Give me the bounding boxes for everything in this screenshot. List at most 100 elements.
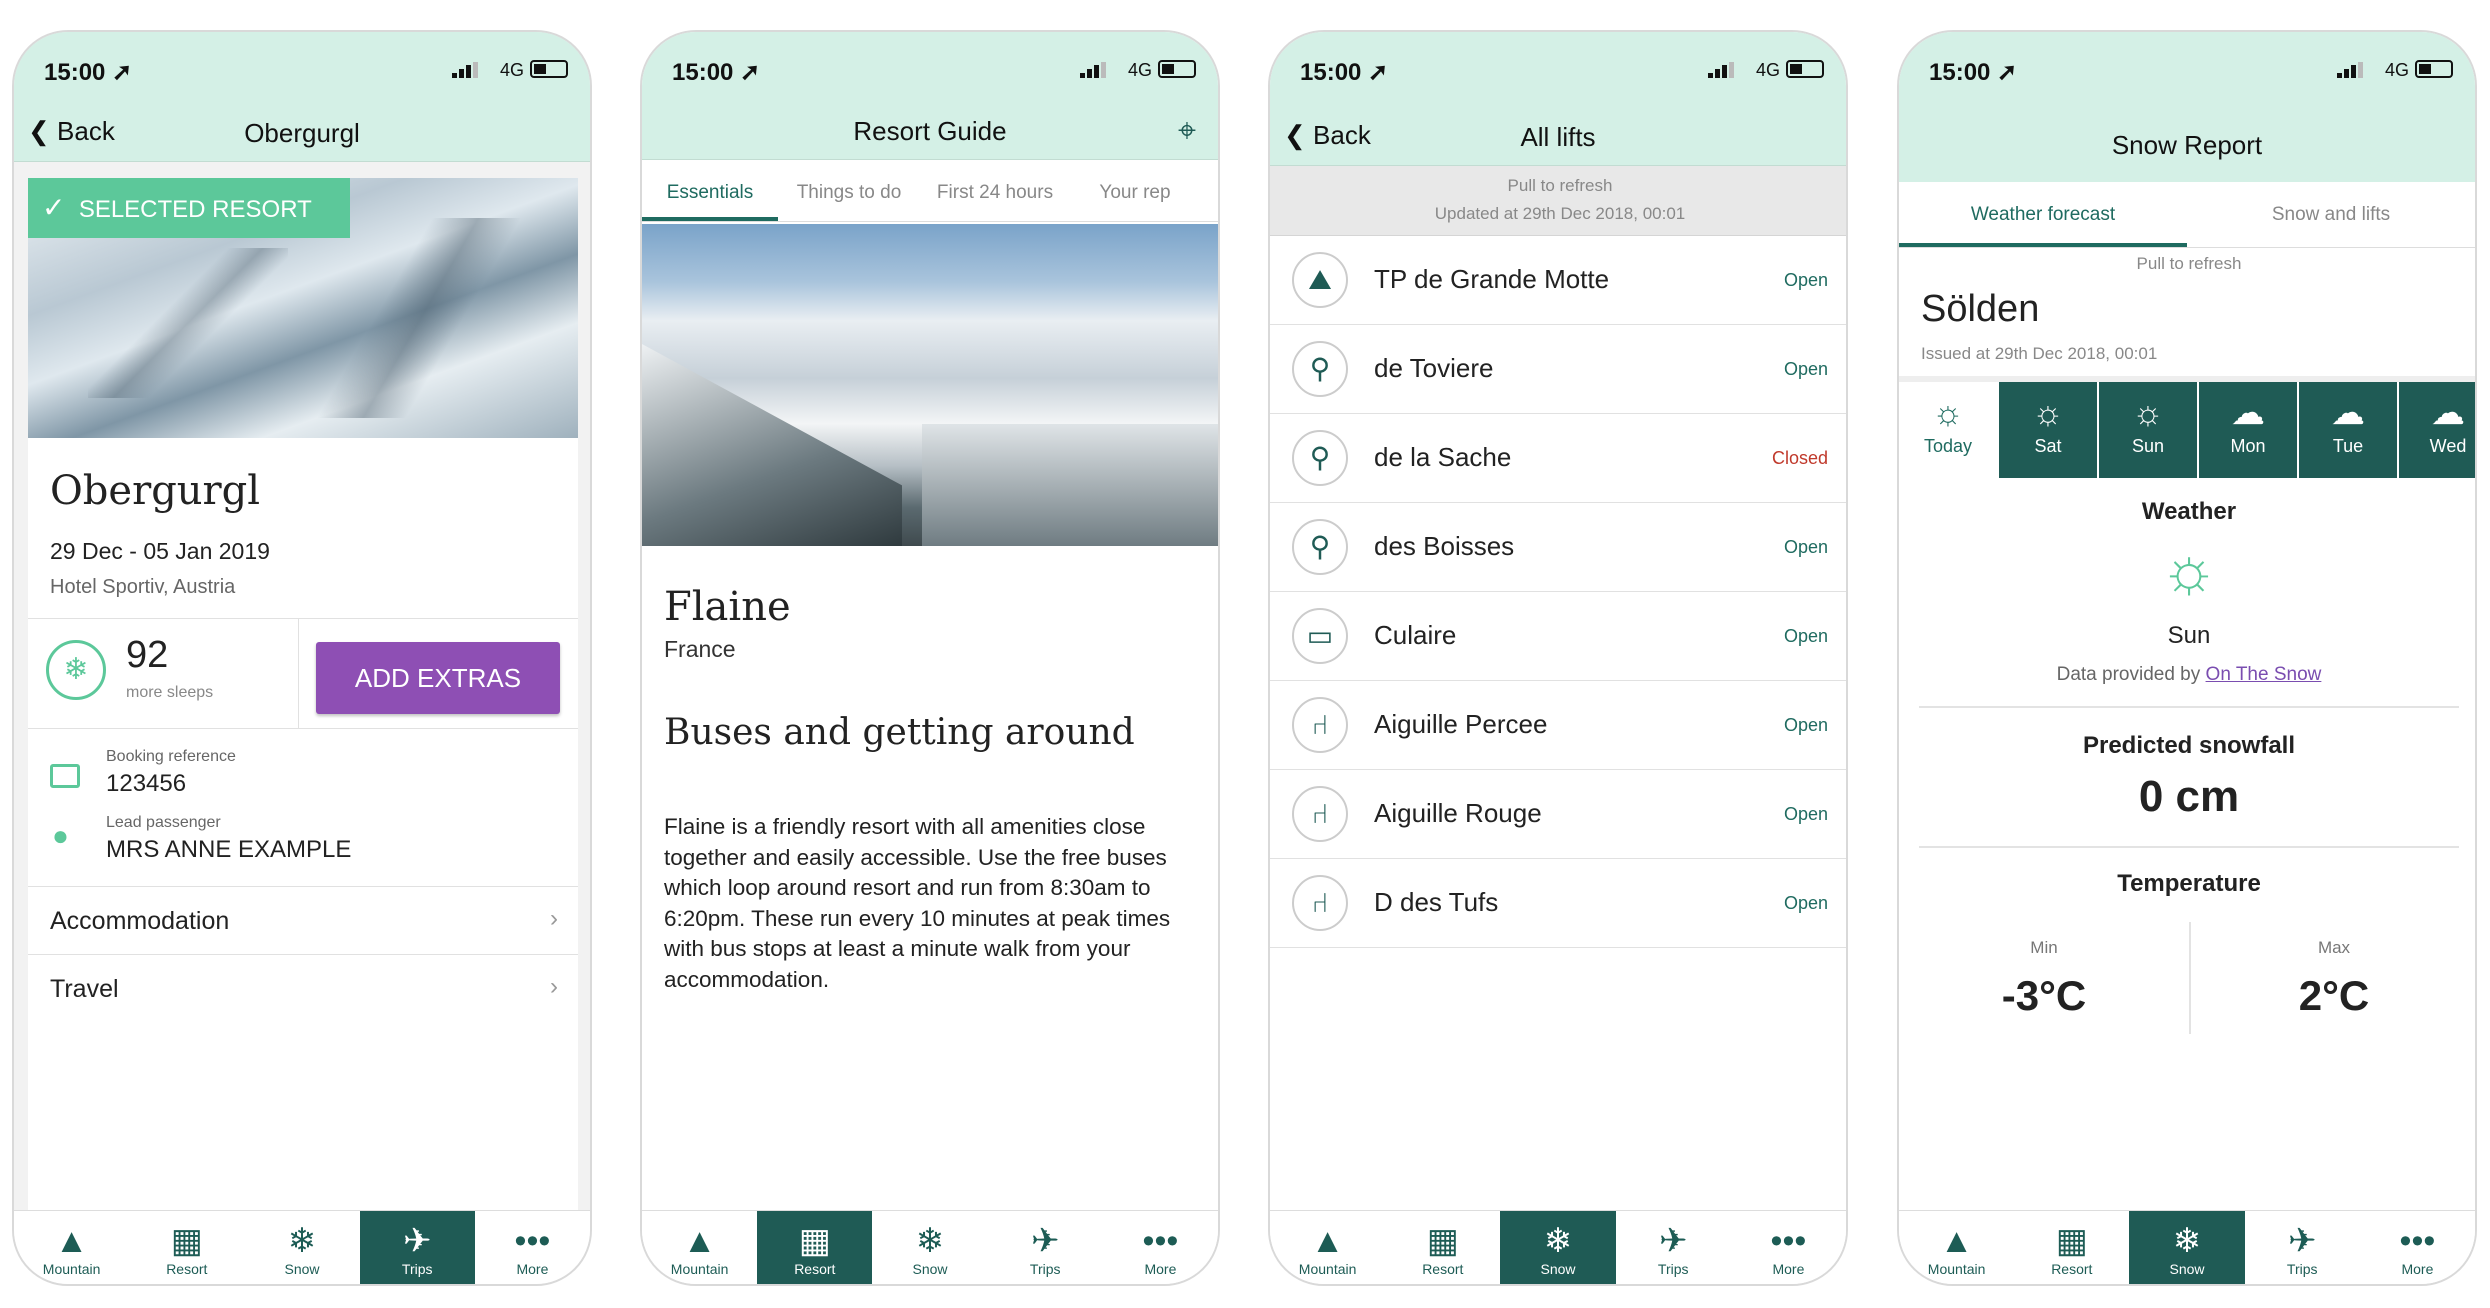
more-icon: ••• <box>1142 1222 1179 1260</box>
lift-row[interactable]: ⛰ TP de Grande Motte Open <box>1270 236 1846 325</box>
tab-resort[interactable]: ▦ Resort <box>2014 1211 2129 1284</box>
lift-row[interactable]: ▭ Culaire Open <box>1270 592 1846 681</box>
provider-link[interactable]: On The Snow <box>2206 664 2322 685</box>
tab-mountain[interactable]: ▲ Mountain <box>1270 1211 1385 1284</box>
add-extras-button[interactable]: ADD EXTRAS <box>316 642 560 714</box>
day-label: Tue <box>2332 436 2364 456</box>
lift-row[interactable]: ⑁ D des Tufs Open <box>1270 859 1846 948</box>
phone-trip-overview: 15:00 ➚ 4G ❮ Back Obergurgl ✓ SELECTED R… <box>12 30 592 1286</box>
battery-icon <box>1158 60 1196 78</box>
tab-label: Resort <box>166 1261 208 1277</box>
tab-label: Resort <box>2051 1261 2093 1277</box>
lift-row[interactable]: ⚲ des Boisses Open <box>1270 503 1846 592</box>
day-strip: ☼ Today ☼ Sat ☼ Sun ☁ Mon ☁ Tue ☁ Wed <box>1899 382 2475 478</box>
tab-mountain[interactable]: ▲ Mountain <box>14 1211 129 1284</box>
day-label: Mon <box>2230 436 2266 456</box>
tab-more[interactable]: ••• More <box>1731 1211 1846 1284</box>
lift-name: de la Sache <box>1374 442 1512 472</box>
tab-mountain[interactable]: ▲ Mountain <box>642 1211 757 1284</box>
tab-trips[interactable]: ✈ Trips <box>2245 1211 2360 1284</box>
nav-bar: ❮ Back Obergurgl <box>14 102 590 162</box>
menu-item-accommodation[interactable]: Accommodation › <box>28 886 578 954</box>
signal-icon <box>1080 62 1108 78</box>
data-provider: Data provided by On The Snow <box>1899 664 2475 686</box>
booking-ref-value: 123456 <box>106 770 187 797</box>
lift-name: TP de Grande Motte <box>1374 264 1610 294</box>
snowfall-value: 0 cm <box>2138 772 2240 821</box>
network-label: 4G <box>1755 60 1780 80</box>
status-time: 15:00 ➚ <box>1929 59 2018 86</box>
day-sun[interactable]: ☼ Sun <box>2099 382 2197 478</box>
tab-snow[interactable]: ❄ Snow <box>872 1211 987 1284</box>
day-sat[interactable]: ☼ Sat <box>1999 382 2097 478</box>
building-icon: ▦ <box>2055 1222 2088 1260</box>
tab-more[interactable]: ••• More <box>2360 1211 2475 1284</box>
lift-row[interactable]: ⚲ de Toviere Open <box>1270 325 1846 414</box>
section-body: Flaine is a friendly resort with all ame… <box>664 814 1171 992</box>
chairlift-icon: ⑁ <box>1292 875 1348 931</box>
lift-row[interactable]: ⑁ Aiguille Rouge Open <box>1270 770 1846 859</box>
sun-icon: ☼ <box>2032 394 2064 432</box>
lift-status: Open <box>1783 804 1828 824</box>
tab-more[interactable]: ••• More <box>475 1211 590 1284</box>
tab-label: More <box>1772 1261 1805 1277</box>
plane-icon: ✈ <box>1658 1222 1688 1260</box>
battery-icon <box>1786 60 1824 78</box>
tab-snow[interactable]: ❄ Snow <box>244 1211 359 1284</box>
tab-first-24-hours[interactable]: First 24 hours <box>920 160 1070 221</box>
status-time: 15:00 ➚ <box>672 59 761 86</box>
plane-icon: ✈ <box>1030 1222 1060 1260</box>
provider-prefix: Data provided by <box>2056 664 2201 685</box>
mountain-icon: ▲ <box>1310 1222 1345 1260</box>
tab-snow[interactable]: ❄ Snow <box>1500 1211 1616 1284</box>
tab-bar: ▲ Mountain ▦ Resort ❄ Snow ✈ Trips ••• More <box>14 1210 590 1284</box>
tab-trips[interactable]: ✈ Trips <box>359 1211 475 1284</box>
tab-trips[interactable]: ✈ Trips <box>988 1211 1103 1284</box>
day-wed[interactable]: ☁ Wed <box>2399 382 2475 478</box>
day-tue[interactable]: ☁ Tue <box>2299 382 2397 478</box>
pull-to-refresh: Pull to refresh <box>1507 176 1613 195</box>
tab-label: Trips <box>1657 1261 1689 1277</box>
tab-your-rep[interactable]: Your rep <box>1070 160 1200 221</box>
sun-icon: ☼ <box>1932 394 1964 432</box>
snowflake-icon: ❄ <box>915 1222 945 1260</box>
building-icon: ▦ <box>170 1222 203 1260</box>
cloud-icon: ☁ <box>2431 394 2465 432</box>
chairlift-icon: ⑁ <box>1292 697 1348 753</box>
tab-resort[interactable]: ▦ Resort <box>129 1211 244 1284</box>
tab-label: Trips <box>2286 1261 2318 1277</box>
day-today[interactable]: ☼ Today <box>1899 382 1997 478</box>
tab-weather-forecast[interactable]: Weather forecast <box>1899 182 2187 247</box>
map-pin-icon[interactable]: ⌖ <box>1178 112 1196 150</box>
tab-mountain[interactable]: ▲ Mountain <box>1899 1211 2014 1284</box>
max-value: 2°C <box>2298 972 2370 1019</box>
tab-label: Mountain <box>1927 1261 1986 1277</box>
chevron-right-icon: › <box>550 905 558 932</box>
status-bar: 15:00 ➚ 4G <box>1270 32 1846 102</box>
weather-title: Weather <box>2141 498 2237 525</box>
tab-resort[interactable]: ▦ Resort <box>1385 1211 1500 1284</box>
tab-trips[interactable]: ✈ Trips <box>1616 1211 1731 1284</box>
tab-snow-and-lifts[interactable]: Snow and lifts <box>2187 182 2475 247</box>
lift-name: de Toviere <box>1374 353 1494 383</box>
funicular-icon: ⛰ <box>1292 252 1348 308</box>
tab-things-to-do[interactable]: Things to do <box>778 160 920 221</box>
day-mon[interactable]: ☁ Mon <box>2199 382 2297 478</box>
signal-icon <box>1708 62 1736 78</box>
section-heading: Buses and getting around <box>664 712 1135 753</box>
lift-row[interactable]: ⑁ Aiguille Percee Open <box>1270 681 1846 770</box>
sun-icon: ☼ <box>2159 533 2219 605</box>
tab-more[interactable]: ••• More <box>1103 1211 1218 1284</box>
lift-status: Open <box>1783 626 1828 646</box>
tab-snow[interactable]: ❄ Snow <box>2129 1211 2245 1284</box>
menu-item-travel[interactable]: Travel › <box>28 954 578 1022</box>
tab-label: Mountain <box>1298 1261 1357 1277</box>
network-label: 4G <box>499 60 524 80</box>
tab-essentials[interactable]: Essentials <box>642 160 778 221</box>
sun-icon: ☼ <box>2132 394 2164 432</box>
tab-label: Trips <box>401 1261 433 1277</box>
lift-row[interactable]: ⚲ de la Sache Closed <box>1270 414 1846 503</box>
chairlift-icon: ⑁ <box>1292 786 1348 842</box>
gondola-icon: ⚲ <box>1292 341 1348 397</box>
tab-resort[interactable]: ▦ Resort <box>757 1211 873 1284</box>
